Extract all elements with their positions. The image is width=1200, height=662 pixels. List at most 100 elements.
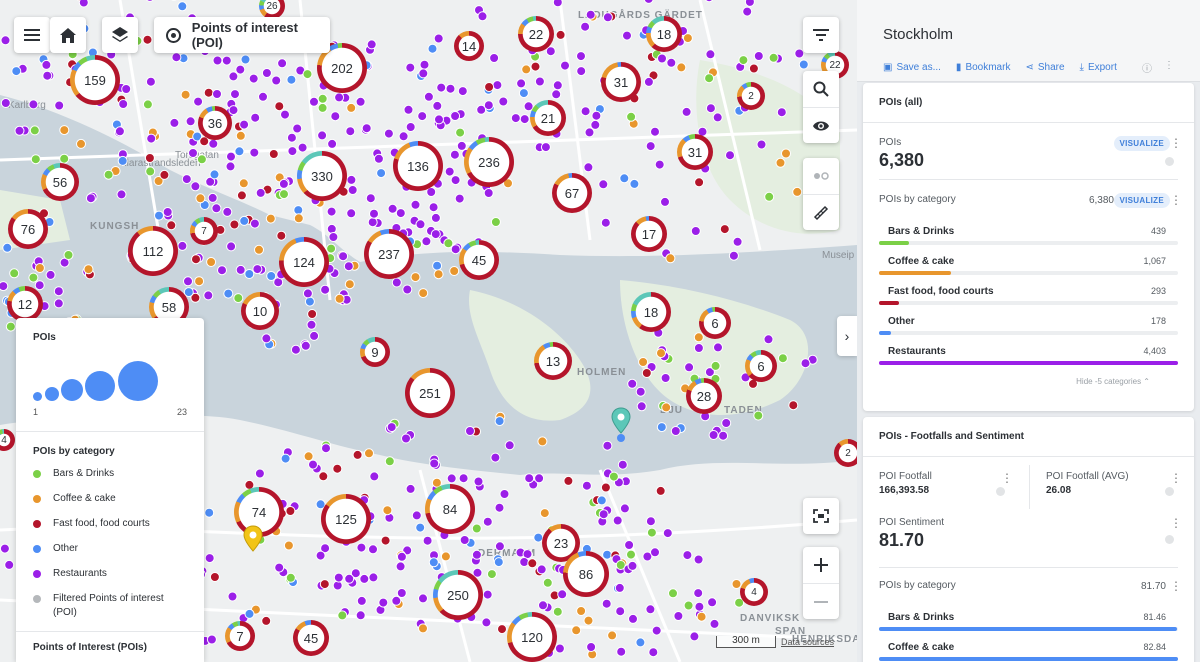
poi-point[interactable] xyxy=(510,113,521,124)
poi-cluster[interactable]: 56 xyxy=(41,163,79,201)
poi-point[interactable] xyxy=(203,290,214,301)
poi-cluster[interactable]: 67 xyxy=(552,173,592,213)
poi-point[interactable] xyxy=(756,139,767,150)
poi-point[interactable] xyxy=(222,206,233,217)
data-sources-link[interactable]: Data sources xyxy=(781,637,834,647)
poi-point[interactable] xyxy=(346,102,357,113)
poi-point[interactable] xyxy=(334,293,345,304)
poi-point[interactable] xyxy=(693,554,704,565)
poi-point[interactable] xyxy=(212,55,223,66)
poi-point[interactable] xyxy=(121,84,132,94)
poi-point[interactable] xyxy=(598,179,609,190)
poi-point[interactable] xyxy=(748,63,759,74)
poi-point[interactable] xyxy=(29,125,40,136)
poi-point[interactable] xyxy=(616,646,627,657)
poi-point[interactable] xyxy=(433,33,444,44)
poi-cluster[interactable]: 86 xyxy=(563,551,609,597)
more-icon[interactable]: ⋮ xyxy=(1170,580,1182,592)
poi-point[interactable] xyxy=(576,51,586,62)
poi-point[interactable] xyxy=(369,471,380,482)
poi-point[interactable] xyxy=(539,508,550,519)
poi-point[interactable] xyxy=(54,100,65,111)
poi-point[interactable] xyxy=(800,358,811,369)
poi-point[interactable] xyxy=(798,59,809,70)
toggle-dot[interactable] xyxy=(1165,157,1174,166)
poi-point[interactable] xyxy=(169,117,180,128)
poi-point[interactable] xyxy=(432,100,443,111)
poi-point[interactable] xyxy=(250,112,261,123)
poi-point[interactable] xyxy=(662,528,673,539)
poi-point[interactable] xyxy=(229,219,240,230)
poi-point[interactable] xyxy=(228,71,239,82)
poi-point[interactable] xyxy=(261,615,272,626)
poi-point[interactable] xyxy=(347,185,358,195)
poi-point[interactable] xyxy=(279,189,289,200)
poi-point[interactable] xyxy=(268,149,279,159)
poi-cluster[interactable]: 76 xyxy=(8,209,48,249)
poi-point[interactable] xyxy=(646,527,657,538)
poi-point[interactable] xyxy=(738,55,749,66)
poi-point[interactable] xyxy=(554,643,565,654)
poi-point[interactable] xyxy=(670,426,681,436)
poi-point[interactable] xyxy=(318,471,329,482)
poi-point[interactable] xyxy=(83,264,94,275)
poi-point[interactable] xyxy=(405,483,416,494)
poi-point[interactable] xyxy=(4,559,15,570)
poi-point[interactable] xyxy=(302,288,313,299)
poi-cluster[interactable]: 7 xyxy=(225,621,255,651)
poi-point[interactable] xyxy=(28,99,39,110)
poi-point[interactable] xyxy=(707,597,718,608)
poi-point[interactable] xyxy=(226,241,237,252)
more-icon[interactable]: ⋮ xyxy=(1170,517,1182,529)
poi-point[interactable] xyxy=(498,96,509,107)
poi-point[interactable] xyxy=(249,218,260,229)
poi-point[interactable] xyxy=(5,321,16,332)
poi-point[interactable] xyxy=(440,551,451,562)
poi-point[interactable] xyxy=(676,62,687,73)
poi-point[interactable] xyxy=(191,254,201,265)
poi-point[interactable] xyxy=(705,103,716,114)
poi-point[interactable] xyxy=(519,114,530,125)
poi-point[interactable] xyxy=(704,73,715,84)
menu-button[interactable] xyxy=(14,17,50,53)
poi-point[interactable] xyxy=(2,242,13,253)
poi-point[interactable] xyxy=(391,595,402,606)
poi-point[interactable] xyxy=(444,166,455,177)
poi-point[interactable] xyxy=(705,49,716,60)
poi-point[interactable] xyxy=(154,210,164,221)
poi-point[interactable] xyxy=(286,132,297,143)
poi-point[interactable] xyxy=(142,34,153,45)
poi-point[interactable] xyxy=(693,588,704,599)
poi-point[interactable] xyxy=(524,473,535,484)
poi-point[interactable] xyxy=(304,296,315,307)
poi-point[interactable] xyxy=(177,1,188,12)
poi-point[interactable] xyxy=(693,332,704,343)
poi-point[interactable] xyxy=(361,123,372,134)
toggle-dot[interactable] xyxy=(1165,487,1174,496)
poi-cluster[interactable]: 10 xyxy=(241,292,279,330)
share-button[interactable]: ⋖ Share xyxy=(1025,62,1064,73)
poi-point[interactable] xyxy=(352,449,363,460)
poi-point[interactable] xyxy=(657,53,667,64)
visualize-button[interactable]: VISUALIZE xyxy=(1113,193,1170,208)
poi-point[interactable] xyxy=(719,224,730,235)
poi-point[interactable] xyxy=(449,149,460,160)
poi-point[interactable] xyxy=(600,482,611,493)
poi-point[interactable] xyxy=(144,153,155,163)
poi-cluster[interactable]: 159 xyxy=(70,55,120,105)
poi-point[interactable] xyxy=(428,557,439,568)
category-row[interactable]: Bars & Drinks 439 xyxy=(879,219,1178,249)
poi-point[interactable] xyxy=(450,244,461,255)
poi-point[interactable] xyxy=(337,610,348,621)
poi-point[interactable] xyxy=(293,205,304,216)
poi-point[interactable] xyxy=(601,598,612,609)
hide-categories-link[interactable]: Hide -5 categories ⌃ xyxy=(879,369,1178,386)
zoom-in-button[interactable] xyxy=(803,547,839,583)
poi-point[interactable] xyxy=(410,272,421,283)
poi-point[interactable] xyxy=(41,59,52,70)
poi-point[interactable] xyxy=(418,68,429,79)
poi-cluster[interactable]: 2 xyxy=(834,439,857,467)
poi-point[interactable] xyxy=(708,430,719,440)
poi-point[interactable] xyxy=(383,128,394,139)
poi-point[interactable] xyxy=(0,98,11,108)
